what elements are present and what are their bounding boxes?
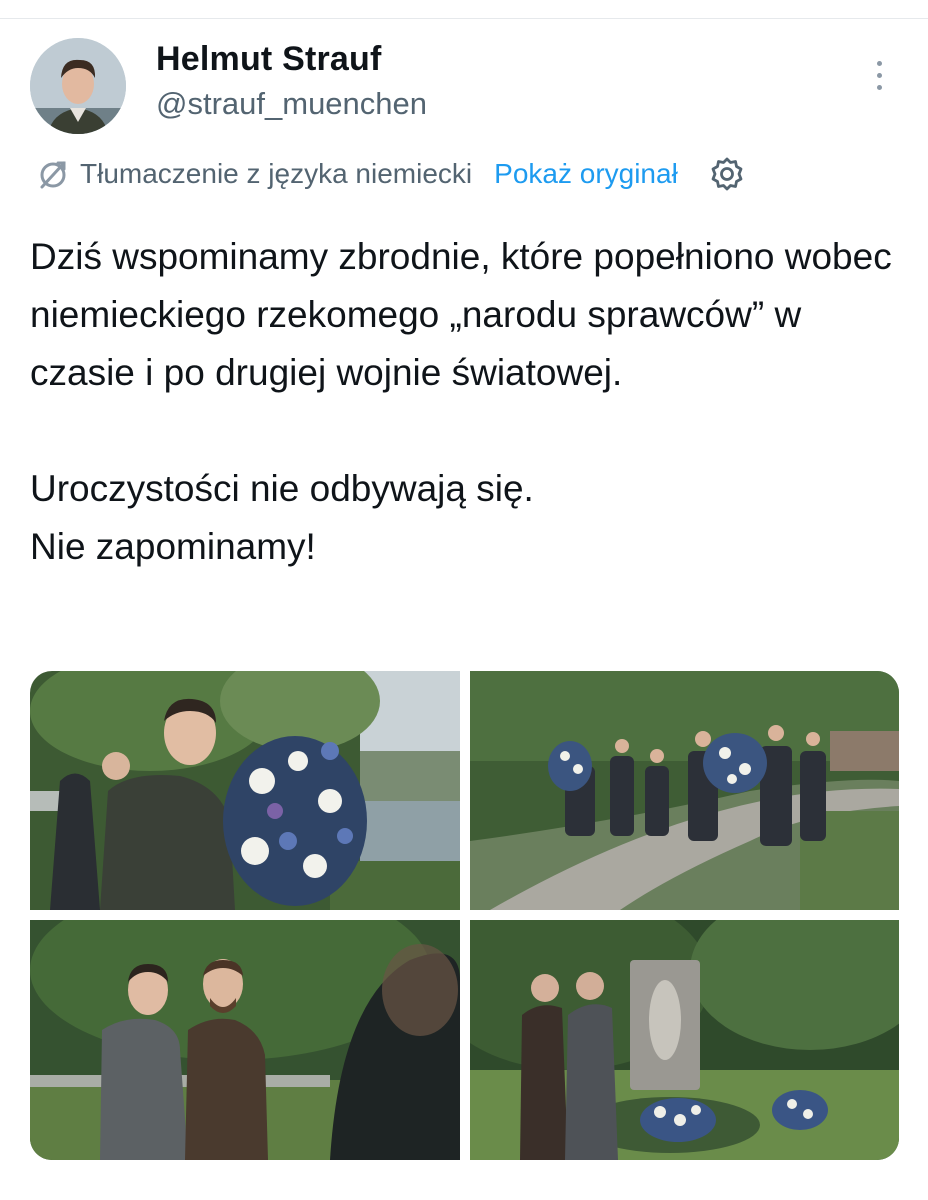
translation-label: Tłumaczenie z języka niemiecki <box>80 158 473 189</box>
tweet-paragraph: Dziś wspominamy zbrodnie, które popełnio… <box>30 236 892 393</box>
show-original-link[interactable]: Pokaż oryginał <box>494 158 678 190</box>
media-photo-memorial[interactable] <box>470 920 899 1160</box>
media-photo-two-men[interactable] <box>30 920 460 1160</box>
media-photo-wreath-bearer[interactable] <box>30 671 460 910</box>
more-options-button[interactable] <box>862 54 898 98</box>
author-handle[interactable]: @strauf_muenchen <box>156 86 427 122</box>
more-vertical-icon <box>877 61 882 66</box>
tweet-line: Uroczystości nie odbywają się. <box>30 468 534 509</box>
top-divider <box>0 18 928 19</box>
avatar[interactable] <box>30 38 126 134</box>
author-display-name[interactable]: Helmut Strauf <box>156 40 382 79</box>
media-photo-procession[interactable] <box>470 671 899 910</box>
gear-icon[interactable] <box>708 155 746 193</box>
translate-icon <box>40 161 66 189</box>
tweet-text: Dziś wspominamy zbrodnie, które popełnio… <box>30 228 900 576</box>
more-vertical-icon-dot <box>877 73 882 78</box>
tweet-paragraph: Uroczystości nie odbywają się. Nie zapom… <box>30 460 900 576</box>
tweet-line: Nie zapominamy! <box>30 526 316 567</box>
more-vertical-icon-dot <box>877 85 882 90</box>
translation-bar: Tłumaczenie z języka niemiecki Pokaż ory… <box>36 154 746 194</box>
